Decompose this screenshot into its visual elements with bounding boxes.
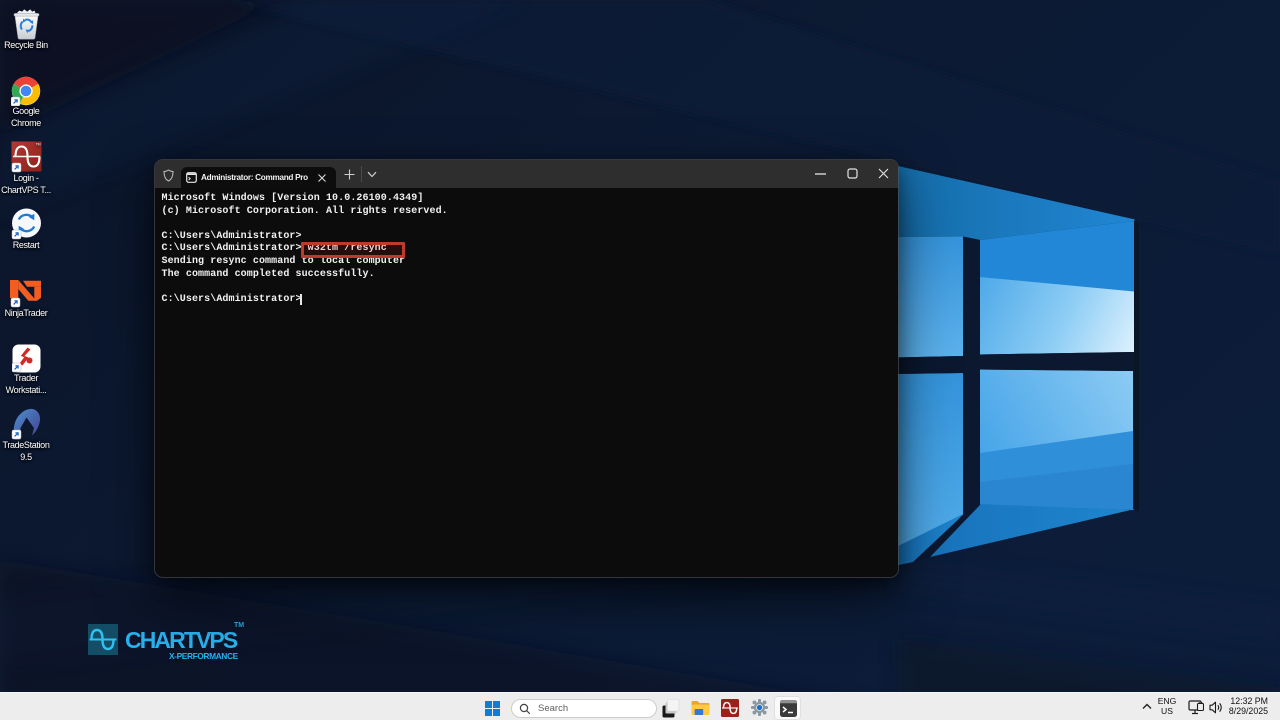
svg-text:TM: TM [35,143,40,147]
